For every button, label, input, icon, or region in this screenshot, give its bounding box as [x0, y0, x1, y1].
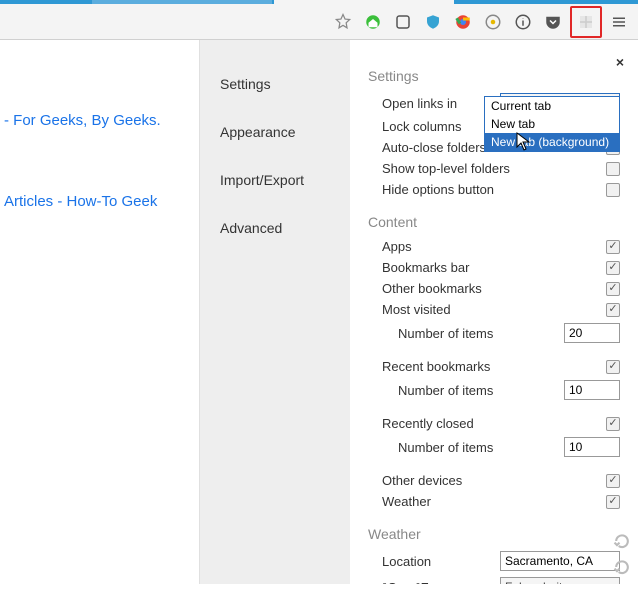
- sidebar-item-appearance[interactable]: Appearance: [200, 108, 350, 156]
- extension-square-icon[interactable]: [390, 9, 416, 35]
- label-weather-location: Location: [382, 554, 492, 569]
- tab-new-tab[interactable]: New Tab ×: [274, 0, 454, 4]
- label-recent-bookmarks: Recent bookmarks: [382, 359, 598, 374]
- options-panel: Settings Appearance Import/Export Advanc…: [200, 40, 638, 584]
- label-number-of-items: Number of items: [398, 440, 556, 455]
- checkbox-apps[interactable]: [606, 240, 620, 254]
- checkbox-recently-closed[interactable]: [606, 417, 620, 431]
- label-most-visited: Most visited: [382, 302, 598, 317]
- extension-pocket-icon[interactable]: [540, 9, 566, 35]
- tab-close-placeholder[interactable]: ×: [60, 0, 90, 4]
- label-open-links-in: Open links in: [382, 96, 492, 111]
- sidebar-item-advanced[interactable]: Advanced: [200, 204, 350, 252]
- input-weather-location[interactable]: [500, 551, 620, 571]
- label-weather: Weather: [382, 494, 598, 509]
- checkbox-other-bookmarks[interactable]: [606, 282, 620, 296]
- tab-humble-new-tab[interactable]: Humble New Tab Page ×: [92, 0, 272, 4]
- input-most-visited-count[interactable]: [564, 323, 620, 343]
- label-hide-options-button: Hide options button: [382, 182, 598, 197]
- extension-humble-highlighted-icon[interactable]: [570, 6, 602, 38]
- checkbox-recent-bookmarks[interactable]: [606, 360, 620, 374]
- sidebar-item-settings[interactable]: Settings: [200, 60, 350, 108]
- label-other-bookmarks: Other bookmarks: [382, 281, 598, 296]
- checkbox-most-visited[interactable]: [606, 303, 620, 317]
- checkbox-hide-options-button[interactable]: [606, 183, 620, 197]
- browser-toolbar: [0, 4, 638, 40]
- label-bookmarks-bar: Bookmarks bar: [382, 260, 598, 275]
- checkbox-show-top-level-folders[interactable]: [606, 162, 620, 176]
- checkbox-other-devices[interactable]: [606, 474, 620, 488]
- sidebar-item-import-export[interactable]: Import/Export: [200, 156, 350, 204]
- extension-shield-icon[interactable]: [420, 9, 446, 35]
- select-weather-unit[interactable]: Fahrenheit ▼: [500, 577, 620, 584]
- label-number-of-items: Number of items: [398, 383, 556, 398]
- input-recent-bookmarks-count[interactable]: [564, 380, 620, 400]
- label-apps: Apps: [382, 239, 598, 254]
- open-links-dropdown[interactable]: Current tab New tab New tab (background): [484, 96, 620, 152]
- dropdown-option[interactable]: Current tab: [485, 97, 619, 115]
- input-recently-closed-count[interactable]: [564, 437, 620, 457]
- browser-tabstrip: × Humble New Tab Page × New Tab × Lori: [0, 0, 638, 4]
- checkbox-weather[interactable]: [606, 495, 620, 509]
- page-content: - For Geeks, By Geeks. Articles - How-To…: [0, 40, 638, 584]
- options-close-button[interactable]: ×: [616, 54, 624, 70]
- browser-menu-icon[interactable]: [606, 9, 632, 35]
- new-tab-left-column: - For Geeks, By Geeks. Articles - How-To…: [0, 40, 200, 584]
- select-value: Fahrenheit: [505, 580, 562, 584]
- extension-chrome-icon[interactable]: [450, 9, 476, 35]
- chevron-down-icon: ▼: [606, 582, 615, 584]
- label-number-of-items: Number of items: [398, 326, 556, 341]
- label-recently-closed: Recently closed: [382, 416, 598, 431]
- undo-buttons: [610, 530, 634, 578]
- undo-button[interactable]: [610, 556, 634, 578]
- label-other-devices: Other devices: [382, 473, 598, 488]
- dropdown-option-selected[interactable]: New tab (background): [485, 133, 619, 151]
- mouse-cursor-icon: [516, 132, 532, 157]
- bookmark-star-icon[interactable]: [330, 9, 356, 35]
- extension-home-icon[interactable]: [360, 9, 386, 35]
- section-heading-settings: Settings: [368, 68, 620, 84]
- settings-body: × Settings Open links in Current tab ▼ L…: [350, 40, 638, 584]
- dropdown-option[interactable]: New tab: [485, 115, 619, 133]
- checkbox-bookmarks-bar[interactable]: [606, 261, 620, 275]
- link-item[interactable]: Articles - How-To Geek: [0, 181, 191, 222]
- section-heading-weather: Weather: [368, 526, 620, 542]
- extension-dot-icon[interactable]: [480, 9, 506, 35]
- undo-button[interactable]: [610, 530, 634, 552]
- label-weather-unit: °C or °F: [382, 580, 492, 585]
- options-sidebar: Settings Appearance Import/Export Advanc…: [200, 40, 350, 584]
- extension-info-icon[interactable]: [510, 9, 536, 35]
- section-heading-content: Content: [368, 214, 620, 230]
- label-show-top-level-folders: Show top-level folders: [382, 161, 598, 176]
- link-item[interactable]: - For Geeks, By Geeks.: [0, 100, 191, 141]
